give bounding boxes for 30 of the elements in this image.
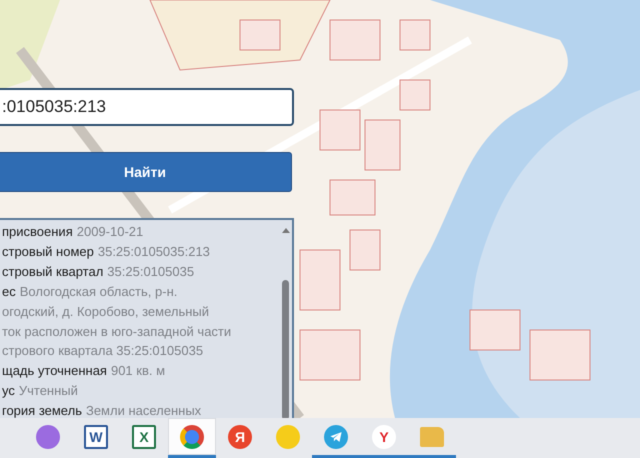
field-label: присвоения <box>2 224 73 239</box>
taskbar-app-button[interactable]: Y <box>360 418 408 458</box>
field-value: Вологодская область, р-н. <box>20 284 178 299</box>
app-icon: Y <box>372 424 396 448</box>
field-label: гория земель <box>2 403 82 418</box>
field-value: 901 кв. м <box>110 363 166 378</box>
field-label: ус <box>2 383 15 398</box>
app-icon: Я <box>228 424 252 448</box>
field-value: огодский, д. Коробово, земельный <box>2 304 210 319</box>
search-field[interactable]: :0105035:213 <box>0 88 294 126</box>
field-value: стрового квартала 35:25:0105035 <box>2 343 204 358</box>
document-icon: W <box>84 424 108 448</box>
scroll-up-icon[interactable] <box>282 228 290 233</box>
scrollbar-thumb[interactable] <box>282 280 289 418</box>
document-icon: X <box>132 424 156 448</box>
field-value: Учтенный <box>18 383 78 398</box>
find-button[interactable]: Найти <box>0 152 292 192</box>
field-label: стровый номер <box>2 244 94 259</box>
field-value: Земли населенных <box>86 403 202 418</box>
taskbar-app-button[interactable] <box>168 418 216 458</box>
field-value: 35:25:0105035:213 <box>98 244 210 259</box>
field-label: ес <box>2 284 16 299</box>
field-value: ток расположен в юго-западной части <box>2 324 232 339</box>
field-label: щадь уточненная <box>2 363 107 378</box>
field-value: 2009-10-21 <box>76 224 144 239</box>
field-value: 35:25:0105035 <box>107 264 194 279</box>
taskbar-app-button[interactable]: X <box>120 418 168 458</box>
taskbar-app-button[interactable]: Я <box>216 418 264 458</box>
taskbar-app-button[interactable]: W <box>72 418 120 458</box>
field-label: стровый квартал <box>2 264 104 279</box>
